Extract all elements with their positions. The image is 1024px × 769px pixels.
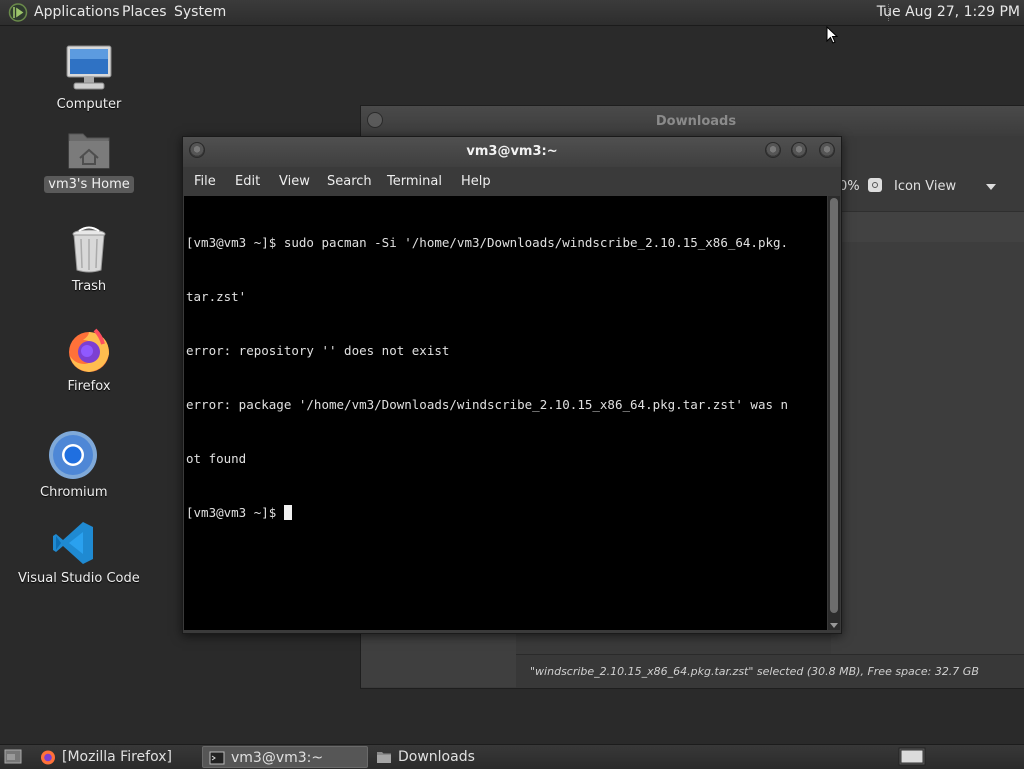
- desktop-icon-label: Chromium: [40, 485, 108, 500]
- desktop-icon-label: Firefox: [67, 379, 111, 394]
- location-bar: [831, 211, 1024, 242]
- system-menu[interactable]: System: [174, 4, 226, 20]
- workspace-switcher-icon[interactable]: [898, 747, 926, 766]
- menu-edit[interactable]: Edit: [235, 174, 260, 189]
- task-label: Downloads: [398, 749, 475, 765]
- zoom-level: 0%: [839, 179, 860, 194]
- menu-file[interactable]: File: [194, 174, 216, 189]
- desktop-icon-home[interactable]: vm3's Home: [44, 128, 134, 193]
- bottom-panel: [Mozilla Firefox] vm3@vm3:~ Downloads: [0, 744, 1024, 769]
- terminal-titlebar[interactable]: vm3@vm3:~: [183, 137, 841, 167]
- show-desktop-icon[interactable]: [4, 749, 22, 764]
- desktop-icon-label: Visual Studio Code: [18, 571, 140, 586]
- menu-view[interactable]: View: [279, 174, 310, 189]
- desktop-icon-chromium[interactable]: Chromium: [36, 430, 110, 501]
- terminal-line: tar.zst': [186, 289, 247, 304]
- scrollbar-thumb[interactable]: [830, 198, 838, 613]
- home-folder-icon: [68, 133, 110, 169]
- computer-icon: [66, 45, 112, 90]
- terminal-output[interactable]: [vm3@vm3 ~]$ sudo pacman -Si '/home/vm3/…: [184, 196, 827, 630]
- desktop-icon-computer[interactable]: Computer: [48, 44, 130, 113]
- mate-menu-icon[interactable]: [8, 3, 28, 22]
- close-icon[interactable]: [819, 142, 835, 158]
- desktop-icon-vscode[interactable]: Visual Studio Code: [14, 520, 140, 587]
- task-label: [Mozilla Firefox]: [62, 749, 172, 765]
- menu-search[interactable]: Search: [327, 174, 372, 189]
- window-menu-icon[interactable]: [367, 112, 383, 128]
- mouse-pointer-icon: [826, 26, 838, 44]
- trash-icon: [72, 226, 106, 273]
- places-menu[interactable]: Places: [122, 4, 167, 20]
- task-label: vm3@vm3:~: [231, 750, 324, 766]
- desktop-icon-label: Trash: [71, 279, 107, 294]
- desktop-icon-trash[interactable]: Trash: [58, 226, 120, 295]
- desktop-icon-label: Computer: [56, 97, 122, 112]
- menu-terminal[interactable]: Terminal: [387, 174, 442, 189]
- terminal-scrollbar[interactable]: [828, 196, 840, 630]
- downloads-statusbar: "windscribe_2.10.15_x86_64.pkg.tar.zst" …: [516, 654, 1024, 688]
- terminal-title: vm3@vm3:~: [466, 144, 558, 159]
- terminal-window[interactable]: vm3@vm3:~ File Edit View Search Terminal…: [182, 136, 842, 634]
- downloads-title: Downloads: [655, 114, 737, 129]
- view-mode-icon: [868, 178, 882, 192]
- task-downloads[interactable]: Downloads: [370, 746, 536, 768]
- terminal-prompt: [vm3@vm3 ~]$: [186, 505, 284, 520]
- chromium-icon: [49, 431, 97, 479]
- folder-icon: [377, 752, 391, 763]
- firefox-icon: [41, 750, 55, 765]
- terminal-icon: [209, 751, 225, 765]
- scroll-down-icon[interactable]: [830, 623, 838, 628]
- terminal-line: ot found: [186, 451, 247, 466]
- terminal-line: error: repository '' does not exist: [186, 343, 450, 358]
- menu-help[interactable]: Help: [461, 174, 491, 189]
- firefox-icon: [69, 328, 109, 372]
- vscode-icon: [53, 522, 93, 564]
- text-cursor: [283, 505, 292, 520]
- desktop-icon-label: vm3's Home: [44, 176, 134, 193]
- chevron-down-icon[interactable]: [986, 184, 996, 190]
- clock[interactable]: Tue Aug 27, 1:29 PM: [877, 4, 1020, 20]
- top-panel: Applications Places System Tue Aug 27, 1…: [0, 0, 1024, 26]
- applications-menu[interactable]: Applications: [34, 4, 120, 20]
- task-terminal[interactable]: vm3@vm3:~: [202, 746, 368, 768]
- terminal-menubar: File Edit View Search Terminal Help: [183, 167, 841, 195]
- minimize-icon[interactable]: [765, 142, 781, 158]
- task-firefox[interactable]: [Mozilla Firefox]: [34, 746, 200, 768]
- terminal-line: error: package '/home/vm3/Downloads/wind…: [186, 397, 789, 412]
- terminal-line: [vm3@vm3 ~]$ sudo pacman -Si '/home/vm3/…: [186, 235, 789, 250]
- downloads-titlebar[interactable]: Downloads: [361, 106, 1024, 136]
- maximize-icon[interactable]: [791, 142, 807, 158]
- terminal-prompt-line[interactable]: [vm3@vm3 ~]$: [186, 504, 827, 522]
- downloads-file-area[interactable]: [831, 242, 1024, 662]
- window-menu-icon[interactable]: [189, 142, 205, 158]
- view-mode-select[interactable]: Icon View: [894, 179, 956, 194]
- desktop-icon-firefox[interactable]: Firefox: [56, 326, 122, 395]
